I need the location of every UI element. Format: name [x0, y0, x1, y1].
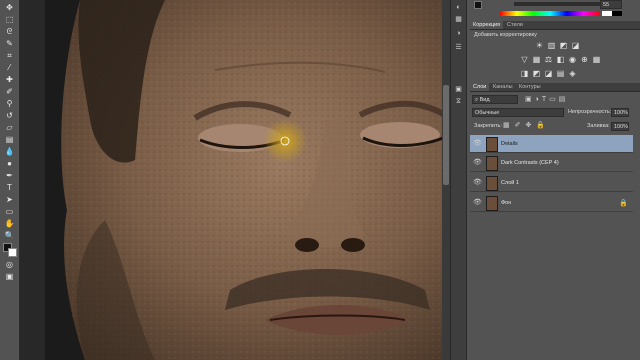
lock-icon: 🔒: [619, 200, 628, 207]
layer-row[interactable]: 👁 Фон 🔒: [470, 194, 633, 212]
channel-mixer-icon[interactable]: ⊕: [580, 55, 589, 64]
add-adjustment-title: Добавить корректировку: [474, 32, 537, 38]
filter-buttons[interactable]: ▣◑T▭▤: [525, 95, 625, 104]
healing-brush-tool-icon[interactable]: ✚: [4, 75, 15, 84]
swatches-panel-icon[interactable]: ▦: [455, 16, 462, 23]
screen-mode-icon[interactable]: ▣: [4, 272, 15, 281]
blur-tool-icon[interactable]: 💧: [4, 147, 15, 156]
layer-name[interactable]: Dark Contrasts (CEP 4): [501, 154, 559, 172]
hue-sat-icon[interactable]: ▦: [532, 55, 541, 64]
filter-kind-value: Вид: [479, 97, 490, 103]
layer-row[interactable]: 👁 Dark Contrasts (CEP 4): [470, 154, 633, 172]
opacity-label: Непрозрачность:: [568, 109, 612, 115]
tab-styles[interactable]: Стили: [504, 21, 526, 29]
layers-tabbar: Слои Каналы Контуры: [470, 83, 640, 92]
tab-channels[interactable]: Каналы: [490, 83, 516, 91]
vertical-scrollbar[interactable]: [442, 0, 450, 360]
marquee-tool-icon[interactable]: ⬚: [4, 15, 15, 24]
posterize-icon[interactable]: ◩: [532, 69, 541, 78]
visibility-eye-icon[interactable]: 👁: [473, 140, 482, 148]
zoom-tool-icon[interactable]: 🔍: [4, 231, 15, 240]
history-panel-icon[interactable]: ⧖: [455, 98, 462, 105]
pen-tool-icon[interactable]: ✒: [4, 171, 15, 180]
tab-layers[interactable]: Слои: [470, 83, 490, 91]
color-slider[interactable]: [514, 2, 614, 6]
fill-field[interactable]: 100%: [611, 122, 629, 131]
crop-tool-icon[interactable]: ⌗: [4, 51, 15, 60]
fill-label: Заливка:: [587, 123, 610, 129]
levels-icon[interactable]: ▥: [547, 41, 556, 50]
document-canvas-area[interactable]: [20, 0, 450, 360]
filter-kind-select[interactable]: ⌕ Вид: [472, 95, 518, 104]
tools-panel: ✥ ⬚ ᘓ ✎ ⌗ ⁄ ✚ ✐ ⚲ ↺ ▱ ▤ 💧 ● ✒ T ➤ ▭ ✋ 🔍 …: [0, 0, 20, 360]
blend-mode-select[interactable]: Обычные: [472, 108, 564, 117]
lock-buttons[interactable]: ▦✐✥🔒: [503, 122, 550, 130]
layer-row[interactable]: 👁 Слой 1: [470, 174, 633, 192]
layer-name[interactable]: Слой 1: [501, 174, 519, 192]
color-spectrum-bar[interactable]: [500, 11, 600, 16]
lasso-tool-icon[interactable]: ᘓ: [4, 27, 15, 36]
layer-thumbnail: [486, 137, 498, 152]
layer-thumbnail: [486, 156, 498, 171]
tab-paths[interactable]: Контуры: [516, 83, 544, 91]
invert-icon[interactable]: ◨: [520, 69, 529, 78]
path-select-tool-icon[interactable]: ➤: [4, 195, 15, 204]
adjustments-panel-icon[interactable]: ◑: [455, 30, 462, 37]
hand-tool-icon[interactable]: ✋: [4, 219, 15, 228]
black-swatch[interactable]: [612, 11, 622, 16]
layer-thumbnail: [486, 176, 498, 191]
scrollbar-thumb[interactable]: [443, 85, 449, 185]
adjustments-tabbar: Коррекция Стили: [470, 21, 640, 30]
layer-name[interactable]: Details: [501, 135, 518, 153]
quick-mask-icon[interactable]: ◎: [4, 260, 15, 269]
brush-tool-icon[interactable]: ✐: [4, 87, 15, 96]
history-brush-tool-icon[interactable]: ↺: [4, 111, 15, 120]
vibrance-icon[interactable]: ▽: [520, 55, 529, 64]
properties-panel-icon[interactable]: ☰: [455, 44, 462, 51]
panel-dock: ◐ ▦ ◑ ☰ ▣ ⧖: [451, 0, 467, 360]
visibility-eye-icon[interactable]: 👁: [473, 159, 482, 167]
visibility-eye-icon[interactable]: 👁: [473, 179, 482, 187]
layer-name[interactable]: Фон: [501, 194, 511, 212]
selective-color-icon[interactable]: ◈: [568, 69, 577, 78]
layer-row[interactable]: 👁 Details: [470, 135, 633, 153]
document-canvas[interactable]: [45, 0, 450, 360]
move-tool-icon[interactable]: ✥: [4, 3, 15, 12]
color-value-field[interactable]: 55: [600, 0, 622, 9]
layers-panel-icon[interactable]: ▣: [455, 86, 462, 93]
gradient-tool-icon[interactable]: ▤: [4, 135, 15, 144]
opacity-field[interactable]: 100%: [611, 108, 629, 117]
gradient-map-icon[interactable]: ▤: [556, 69, 565, 78]
clone-stamp-tool-icon[interactable]: ⚲: [4, 99, 15, 108]
color-balance-icon[interactable]: ⚖: [544, 55, 553, 64]
eraser-tool-icon[interactable]: ▱: [4, 123, 15, 132]
color-lookup-icon[interactable]: ▦: [592, 55, 601, 64]
layer-thumbnail: [486, 196, 498, 211]
color-panel: 55: [470, 0, 640, 9]
photo-filter-icon[interactable]: ◉: [568, 55, 577, 64]
quick-select-tool-icon[interactable]: ✎: [4, 39, 15, 48]
color-swatch[interactable]: [474, 1, 482, 9]
visibility-eye-icon[interactable]: 👁: [473, 199, 482, 207]
bw-icon[interactable]: ◧: [556, 55, 565, 64]
curves-icon[interactable]: ◩: [559, 41, 568, 50]
eyedropper-tool-icon[interactable]: ⁄: [4, 63, 15, 72]
exposure-icon[interactable]: ◪: [571, 41, 580, 50]
brightness-icon[interactable]: ☀: [535, 41, 544, 50]
lock-label: Закрепить:: [474, 123, 502, 129]
type-tool-icon[interactable]: T: [4, 183, 15, 192]
white-swatch[interactable]: [602, 11, 612, 16]
background-color-swatch[interactable]: [8, 248, 17, 257]
face-texture-image: [45, 0, 450, 360]
tab-adjustments[interactable]: Коррекция: [470, 21, 504, 29]
threshold-icon[interactable]: ◪: [544, 69, 553, 78]
dodge-tool-icon[interactable]: ●: [4, 159, 15, 168]
color-panel-icon[interactable]: ◐: [455, 4, 462, 11]
shape-tool-icon[interactable]: ▭: [4, 207, 15, 216]
